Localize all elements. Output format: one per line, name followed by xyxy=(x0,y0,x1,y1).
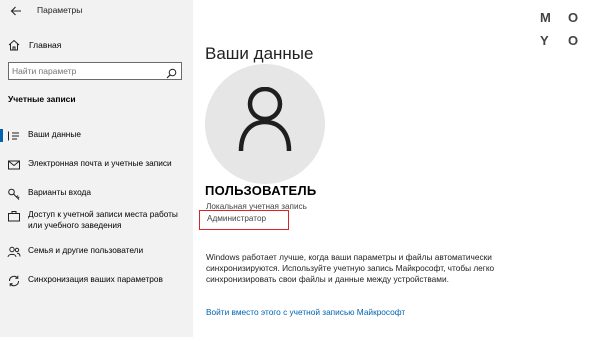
logo-letter: M xyxy=(540,10,551,25)
sidebar-item-family[interactable]: Семья и другие пользователи xyxy=(7,245,189,259)
sidebar-item-label: Ваши данные xyxy=(28,129,81,139)
sidebar-home-label: Главная xyxy=(29,40,62,50)
logo-letter: O xyxy=(568,33,579,48)
back-arrow-icon[interactable] xyxy=(9,4,23,18)
user-icon xyxy=(238,87,292,152)
search-icon[interactable] xyxy=(166,66,177,79)
sidebar-item-label: Синхронизация ваших параметров xyxy=(28,274,163,284)
mail-icon xyxy=(7,158,21,172)
people-icon xyxy=(7,245,21,259)
person-card-icon xyxy=(7,129,21,143)
microsoft-account-link[interactable]: Войти вместо этого с учетной записью Май… xyxy=(206,307,405,317)
avatar xyxy=(205,64,325,184)
sync-description: Windows работает лучше, когда ваши парам… xyxy=(206,252,495,284)
search-input[interactable] xyxy=(12,64,162,78)
sidebar-home[interactable]: Главная xyxy=(7,37,187,53)
sidebar-item-work-access[interactable]: Доступ к учетной записи места работы или… xyxy=(7,209,189,231)
sidebar-item-label: Варианты входа xyxy=(28,187,92,197)
sidebar-item-sign-in-options[interactable]: Варианты входа xyxy=(7,187,189,201)
section-heading: Учетные записи xyxy=(8,94,76,104)
user-name: ПОЛЬЗОВАТЕЛЬ xyxy=(205,183,317,198)
sidebar-item-label: Семья и другие пользователи xyxy=(28,245,144,255)
key-icon xyxy=(7,187,21,201)
search-box[interactable] xyxy=(8,62,182,80)
briefcase-icon xyxy=(7,209,21,223)
logo-letter: Y xyxy=(540,33,549,48)
sidebar-item-sync[interactable]: Синхронизация ваших параметров xyxy=(7,274,189,288)
sidebar-item-your-info[interactable]: Ваши данные xyxy=(0,129,189,143)
sync-icon xyxy=(7,274,21,288)
page-title: Ваши данные xyxy=(205,44,314,64)
sidebar-item-email[interactable]: Электронная почта и учетные записи xyxy=(7,158,189,172)
app-title: Параметры xyxy=(37,5,83,15)
home-icon xyxy=(7,38,21,52)
moyo-logo: M O Y O xyxy=(536,8,594,56)
sidebar: Параметры Главная Учетные записи Ваши да… xyxy=(0,0,193,337)
account-role: Администратор xyxy=(207,214,267,223)
sidebar-item-label: Доступ к учетной записи места работы или… xyxy=(28,209,178,230)
sidebar-item-label: Электронная почта и учетные записи xyxy=(28,158,172,168)
logo-letter: O xyxy=(568,10,579,25)
